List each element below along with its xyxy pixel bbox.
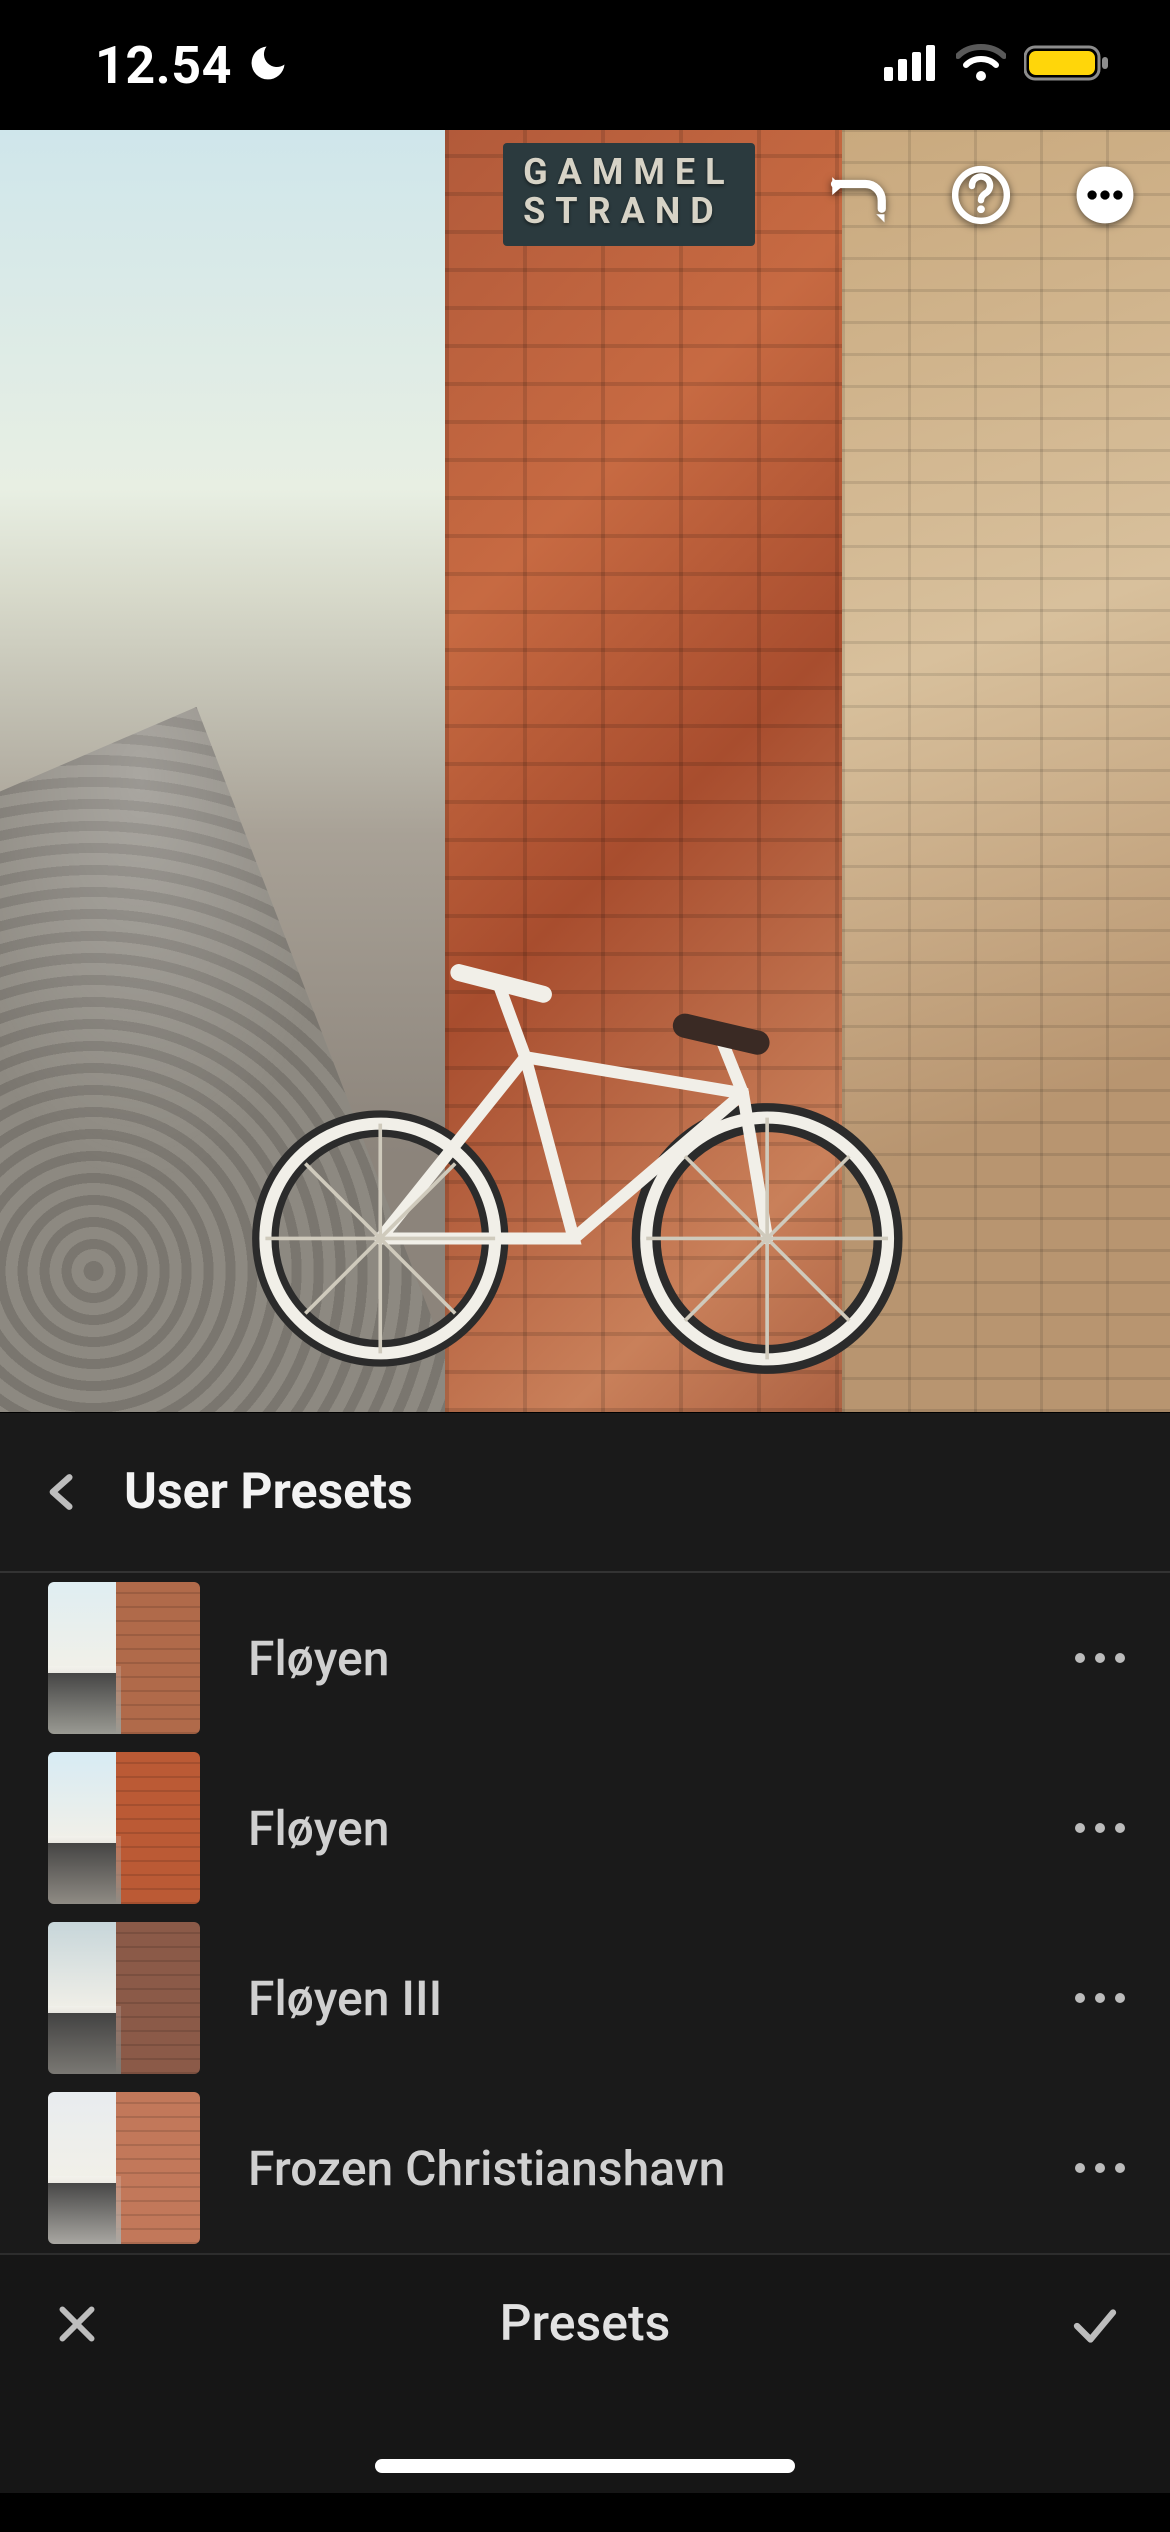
photo-toolbar xyxy=(820,158,1142,232)
preset-thumbnail xyxy=(48,1922,200,2074)
photo-brick-wall-light xyxy=(842,130,1170,1412)
preset-row[interactable]: Fløyen xyxy=(0,1743,1170,1913)
status-right xyxy=(884,43,1110,87)
preset-label: Fløyen xyxy=(248,1630,1022,1687)
presets-list-title: User Presets xyxy=(124,1463,413,1521)
status-time: 12.54 xyxy=(95,35,232,96)
street-sign-line1: GAMMEL xyxy=(523,153,735,193)
status-left: 12.54 xyxy=(95,35,290,96)
help-button[interactable] xyxy=(944,158,1018,232)
back-button[interactable] xyxy=(40,1470,84,1514)
undo-button[interactable] xyxy=(820,158,894,232)
photo-preview[interactable]: GAMMEL STRAND xyxy=(0,130,1170,1412)
battery-icon xyxy=(1024,43,1110,87)
preset-thumbnail xyxy=(48,2092,200,2244)
preset-options-button[interactable] xyxy=(1070,1650,1130,1666)
preset-label: Frozen Christianshavn xyxy=(248,2140,1022,2197)
street-sign-line2: STRAND xyxy=(523,192,735,232)
preset-label: Fløyen xyxy=(248,1800,1022,1857)
presets-list-header: User Presets xyxy=(0,1413,1170,1573)
preset-options-button[interactable] xyxy=(1070,1990,1130,2006)
home-indicator[interactable] xyxy=(375,2459,795,2473)
preset-thumbnail xyxy=(48,1752,200,1904)
bottom-bar-title: Presets xyxy=(500,2295,671,2353)
photo-street-sign: GAMMEL STRAND xyxy=(503,143,755,246)
more-button[interactable] xyxy=(1068,158,1142,232)
preset-row[interactable]: Frozen Christianshavn xyxy=(0,2083,1170,2253)
moon-icon xyxy=(246,41,290,89)
presets-panel: User Presets Fløyen Fløyen xyxy=(0,1412,1170,2253)
battery-fill xyxy=(1029,51,1095,75)
preset-options-button[interactable] xyxy=(1070,2160,1130,2176)
preset-thumbnail xyxy=(48,1582,200,1734)
preset-options-button[interactable] xyxy=(1070,1820,1130,1836)
status-bar: 12.54 xyxy=(0,0,1170,130)
confirm-button[interactable] xyxy=(1068,2299,1118,2349)
home-indicator-area xyxy=(0,2393,1170,2493)
preset-row[interactable]: Fløyen xyxy=(0,1573,1170,1743)
bottom-action-bar: Presets xyxy=(0,2253,1170,2393)
cellular-signal-icon xyxy=(884,45,938,85)
preset-row[interactable]: Fløyen III xyxy=(0,1913,1170,2083)
preset-label: Fløyen III xyxy=(248,1970,1022,2027)
cancel-button[interactable] xyxy=(52,2299,102,2349)
preset-list[interactable]: Fløyen Fløyen Fløyen III xyxy=(0,1573,1170,2253)
wifi-icon xyxy=(956,44,1006,86)
